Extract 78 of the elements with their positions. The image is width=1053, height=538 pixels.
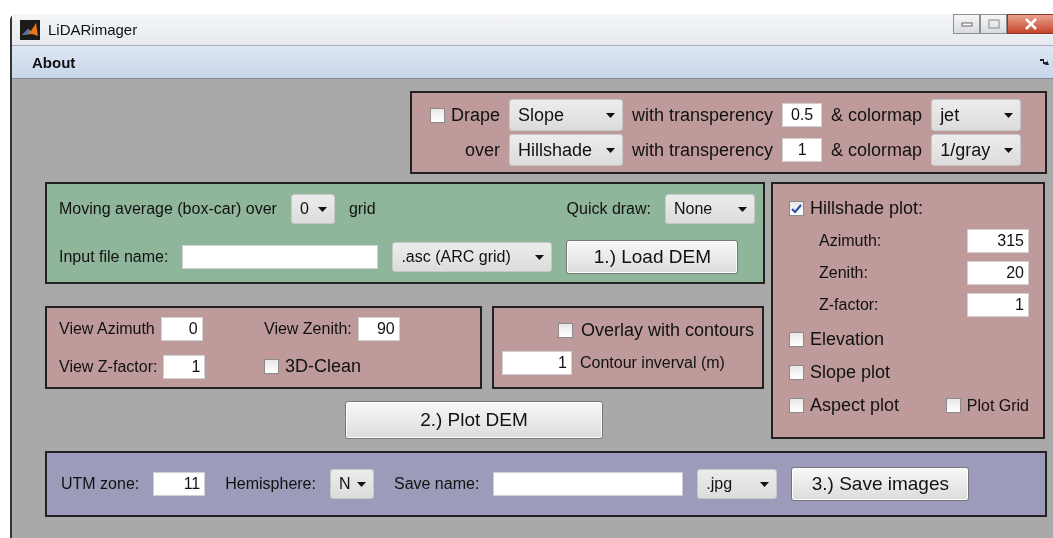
plot-checkbox[interactable]	[789, 398, 804, 413]
maximize-icon	[987, 19, 1000, 29]
caret-icon	[760, 482, 770, 487]
quick-draw-label: Quick draw:	[566, 200, 651, 218]
transparency-label: with transperency	[632, 139, 774, 161]
parameter-field[interactable]: 20	[967, 261, 1029, 285]
maximize-button[interactable]	[980, 14, 1007, 34]
view-azimuth-label: View Azimuth	[59, 319, 155, 338]
layer-dropdown[interactable]: Hillshade	[509, 134, 623, 166]
format-dropdown[interactable]: .asc (ARC grid)	[392, 242, 553, 272]
caret-icon	[738, 207, 747, 212]
view-z-factor-field[interactable]: 1	[163, 354, 206, 379]
clean-checkbox[interactable]	[264, 359, 279, 374]
parameter-label: Zenith:	[819, 264, 868, 282]
file-name-field[interactable]	[182, 245, 379, 269]
menu-item[interactable]: About	[32, 53, 76, 71]
colormap-label: & colormap	[831, 104, 923, 126]
average-dropdown[interactable]: 0	[290, 194, 335, 224]
plot-checkbox[interactable]	[789, 332, 804, 347]
plot-grid-label: Plot Grid	[966, 396, 1029, 415]
view-zenith-label: View Zenith:	[264, 319, 352, 338]
overlay-checkbox[interactable]	[557, 323, 573, 338]
load-dem-button[interactable]: 1.) Load DEM	[566, 240, 739, 274]
transparency-field[interactable]: 0.5	[782, 103, 823, 127]
parameter-label: Azimuth:	[819, 232, 882, 250]
plot-label: Slope plot	[810, 362, 891, 383]
over-label: over	[465, 139, 500, 161]
utm-zone-label: UTM zone:	[61, 475, 140, 493]
view-z-factor-label: View Z-factor:	[59, 357, 158, 376]
colormap-dropdown[interactable]: jet	[931, 99, 1022, 131]
parameter-field[interactable]: 1	[967, 293, 1029, 317]
peak-logo-icon	[20, 19, 40, 40]
plot-dem-button[interactable]: 2.) Plot DEM	[345, 401, 603, 439]
plot-label: Aspect plot	[810, 395, 900, 416]
parameter-field[interactable]: 315	[967, 229, 1029, 253]
transparency-label: with transperency	[632, 104, 774, 126]
quick-draw-dropdown[interactable]: None	[665, 194, 755, 224]
clean-label: 3D-Clean	[285, 356, 362, 377]
plot-grid-checkbox[interactable]	[945, 398, 961, 413]
caret-icon	[317, 207, 327, 212]
drape-checkbox[interactable]	[429, 107, 445, 123]
close-button[interactable]	[1007, 14, 1053, 34]
colormap-dropdown[interactable]: 1/gray	[931, 134, 1022, 166]
caret-icon	[1004, 113, 1014, 118]
minimize-button[interactable]	[953, 14, 980, 34]
average-label: Moving average (box-car) over	[59, 200, 277, 218]
hillshade-checkbox[interactable]	[789, 201, 804, 216]
view-azimuth-field[interactable]: 0	[160, 316, 203, 341]
image-format-dropdown[interactable]: .jpg	[697, 469, 778, 499]
plot-label: Elevation	[810, 329, 885, 350]
save-name-field[interactable]	[493, 472, 684, 496]
caret-icon	[535, 255, 545, 260]
drape-label: Drape	[450, 104, 500, 126]
plot-checkbox[interactable]	[789, 365, 804, 380]
parameter-label: Z-factor:	[819, 296, 879, 314]
utm-zone-field[interactable]: 11	[153, 472, 206, 496]
contour-interval-field[interactable]: 1	[502, 351, 572, 375]
colormap-label: & colormap	[831, 139, 923, 161]
hemisphere-dropdown[interactable]: N	[329, 469, 374, 499]
caret-icon	[606, 148, 615, 153]
caret-icon	[356, 482, 366, 487]
close-icon	[1024, 18, 1038, 30]
minimize-icon	[960, 21, 973, 27]
window-title: LiDARimager	[48, 21, 138, 38]
view-zenith-field[interactable]: 90	[357, 316, 400, 341]
file-name-label: Input file name:	[59, 248, 169, 266]
transparency-field[interactable]: 1	[782, 138, 823, 162]
hemisphere-label: Hemisphere:	[225, 475, 316, 493]
caret-icon	[1004, 148, 1014, 153]
grid-label: grid	[348, 200, 376, 218]
dock-arrow-icon[interactable]	[1040, 58, 1049, 66]
caret-icon	[606, 113, 615, 118]
overlay-label: Overlay with contours	[580, 320, 754, 341]
save-images-button[interactable]: 3.) Save images	[791, 467, 970, 501]
hillshade-label: Hillshade plot:	[810, 198, 924, 219]
save-name-label: Save name:	[393, 475, 480, 493]
layer-dropdown[interactable]: Slope	[509, 99, 623, 131]
contour-interval-label: Contour inverval (m)	[580, 354, 725, 372]
